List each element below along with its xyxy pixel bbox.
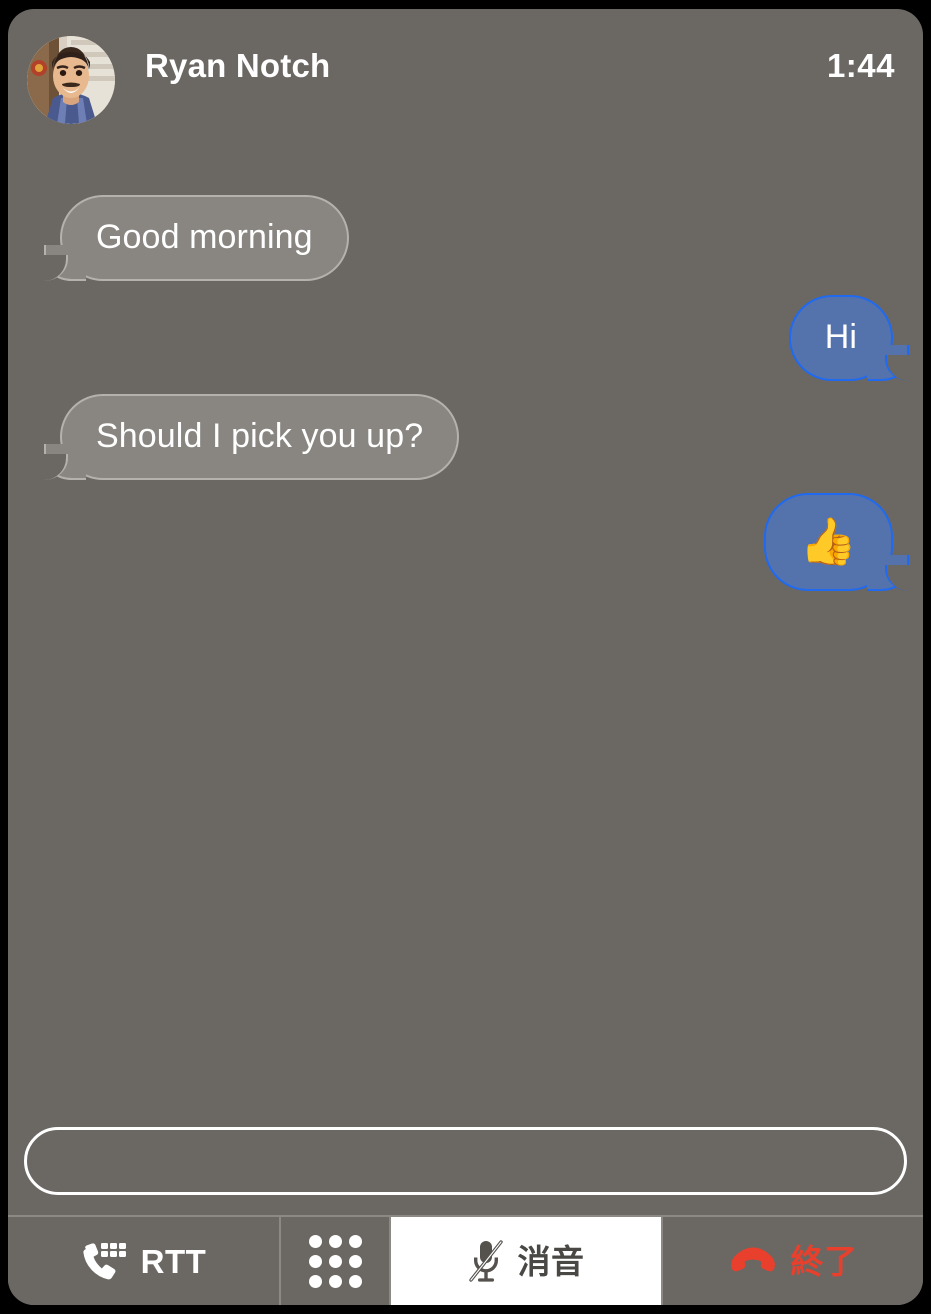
call-panel: Ryan Notch 1:44 Good morning Hi Should I… bbox=[8, 9, 923, 1305]
message-bubble-incoming: Should I pick you up? bbox=[41, 394, 460, 480]
message-bubble-outgoing: Hi bbox=[788, 295, 912, 381]
call-timer: 1:44 bbox=[826, 47, 895, 84]
message-row-outgoing: Hi bbox=[788, 295, 912, 381]
rtt-button-label: RTT bbox=[140, 1242, 207, 1280]
message-text: Should I pick you up? bbox=[96, 417, 424, 455]
thumbs-up-emoji: 👍 bbox=[799, 515, 857, 567]
end-call-phone-icon bbox=[729, 1246, 777, 1276]
message-row-incoming: Should I pick you up? bbox=[41, 394, 460, 480]
call-toolbar: RTT 消音 終了 bbox=[8, 1215, 923, 1305]
message-bubble-outgoing-emoji: 👍 bbox=[763, 493, 912, 591]
rtt-message-input[interactable] bbox=[24, 1127, 907, 1195]
mute-button-label: 消音 bbox=[517, 1242, 585, 1280]
keypad-button[interactable] bbox=[279, 1217, 389, 1305]
caller-name: Ryan Notch bbox=[145, 47, 331, 84]
compose-area bbox=[8, 1117, 923, 1215]
keypad-dots-icon bbox=[308, 1234, 362, 1288]
message-row-incoming: Good morning bbox=[42, 195, 349, 281]
rtt-transcript[interactable]: Good morning Hi Should I pick you up? 👍 bbox=[8, 161, 923, 1117]
end-call-button-label: 終了 bbox=[790, 1242, 858, 1280]
message-row-outgoing: 👍 bbox=[763, 493, 912, 591]
message-text: Good morning bbox=[96, 218, 313, 256]
rtt-button[interactable]: RTT bbox=[8, 1217, 279, 1305]
phone-call-screen: Ryan Notch 1:44 Good morning Hi Should I… bbox=[0, 0, 931, 1314]
end-call-button[interactable]: 終了 bbox=[661, 1217, 923, 1305]
contact-photo-avatar-image bbox=[27, 36, 115, 124]
message-bubble-incoming: Good morning bbox=[42, 195, 349, 281]
message-text: Hi bbox=[824, 318, 857, 356]
phone-keyboard-icon bbox=[81, 1241, 127, 1281]
microphone-muted-icon bbox=[468, 1239, 504, 1283]
avatar bbox=[27, 36, 115, 124]
call-header: Ryan Notch 1:44 bbox=[8, 9, 923, 161]
mute-button[interactable]: 消音 bbox=[389, 1217, 661, 1305]
